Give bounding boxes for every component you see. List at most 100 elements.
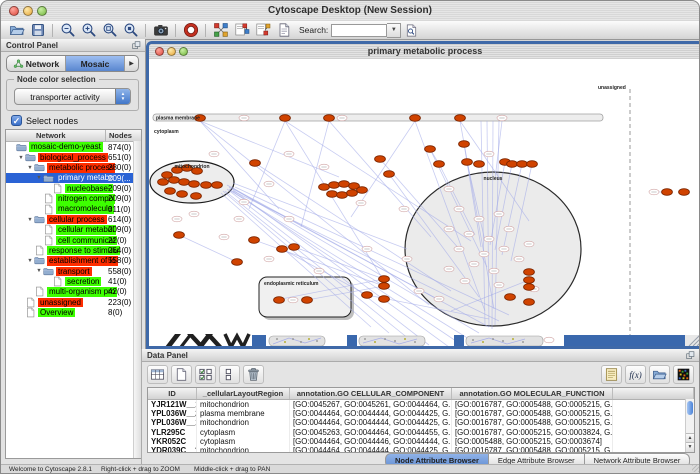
tree-row[interactable]: nitrogen compo209(0): [6, 194, 141, 204]
expand-arrow-icon[interactable]: ▼: [35, 175, 43, 181]
network-node[interactable]: [327, 191, 338, 198]
network-node[interactable]: [174, 232, 185, 239]
network-node-small[interactable]: [284, 216, 294, 222]
network-node-small[interactable]: [514, 256, 524, 262]
table-row[interactable]: YJR121W__1mitochondrion[GO:0045267, GO:0…: [148, 400, 694, 409]
node-color-dropdown[interactable]: transporter activity ▲▼: [14, 88, 131, 105]
network-node-small[interactable]: [356, 200, 366, 206]
network-node[interactable]: [474, 161, 485, 168]
network-node[interactable]: [362, 292, 373, 299]
new-document-button[interactable]: [171, 365, 192, 384]
column-header[interactable]: _cellularLayoutRegion: [197, 388, 290, 399]
network-node-small[interactable]: [474, 216, 484, 222]
network-node[interactable]: [212, 182, 223, 189]
network-node-small[interactable]: [444, 266, 454, 272]
network-node-small[interactable]: [484, 236, 494, 242]
network-node[interactable]: [165, 188, 176, 195]
trash-button[interactable]: [243, 365, 264, 384]
network-node[interactable]: [507, 161, 518, 168]
tree-row[interactable]: cell communicat22(0): [6, 235, 141, 245]
network-node-small[interactable]: [484, 151, 494, 157]
network-node[interactable]: [517, 161, 528, 168]
network-node-small[interactable]: [460, 278, 470, 284]
zoom-region-button[interactable]: [120, 22, 141, 39]
network-node-small[interactable]: [504, 226, 514, 232]
network-node-small[interactable]: [494, 211, 504, 217]
network-export-button[interactable]: [252, 22, 273, 39]
network-node[interactable]: [201, 182, 212, 189]
network-node-small[interactable]: [172, 216, 182, 222]
network-node[interactable]: [169, 177, 180, 184]
network-node-small[interactable]: [454, 246, 464, 252]
tab-network[interactable]: Network: [7, 56, 66, 71]
search-options-button[interactable]: [401, 22, 422, 39]
network-node-small[interactable]: [239, 115, 249, 121]
tree-row[interactable]: cellular metabol209(0): [6, 225, 141, 235]
network-node[interactable]: [339, 181, 350, 188]
zoom-window-button[interactable]: [179, 47, 188, 56]
network-node[interactable]: [375, 156, 386, 163]
network-node-small[interactable]: [264, 181, 274, 187]
network-node-small[interactable]: [414, 288, 424, 294]
network-node-small[interactable]: [444, 186, 454, 192]
tree-row[interactable]: ▼transport558(0): [6, 266, 141, 276]
network-node[interactable]: [280, 115, 291, 122]
network-node[interactable]: [191, 193, 202, 200]
network-node[interactable]: [524, 269, 535, 276]
notes-button[interactable]: [601, 365, 622, 384]
open-folder-small-button[interactable]: [649, 365, 670, 384]
network-node[interactable]: [524, 299, 535, 306]
tree-row[interactable]: mosaic-demo-yeast874(0): [6, 142, 141, 152]
network-node-small[interactable]: [497, 115, 507, 121]
network-node[interactable]: [177, 191, 188, 198]
tree-row[interactable]: nucleobase-209(0): [6, 183, 141, 193]
column-header[interactable]: ID: [148, 388, 197, 399]
tree-row[interactable]: ▼metabolic process280(0): [6, 163, 141, 173]
network-import-button[interactable]: [231, 22, 252, 39]
network-node[interactable]: [384, 171, 395, 178]
network-node[interactable]: [410, 115, 421, 122]
minimize-button[interactable]: [23, 6, 33, 16]
network-node-small[interactable]: [234, 216, 244, 222]
search-input[interactable]: [331, 24, 387, 37]
float-panel-icon[interactable]: [685, 350, 696, 361]
close-button[interactable]: [155, 47, 164, 56]
tree-row[interactable]: unassigned223(0): [6, 297, 141, 307]
network-node-small[interactable]: [314, 268, 324, 274]
network-node[interactable]: [379, 283, 390, 290]
network-node-small[interactable]: [454, 206, 464, 212]
network-node-small[interactable]: [337, 115, 347, 121]
network-node[interactable]: [459, 141, 470, 148]
open-folder-button[interactable]: [6, 22, 27, 39]
scrollbar-thumb[interactable]: [687, 401, 693, 415]
tree-row[interactable]: Overview8(0): [6, 308, 141, 318]
network-node-small[interactable]: [649, 189, 659, 195]
camera-button[interactable]: [150, 22, 171, 39]
network-overlay-button[interactable]: [210, 22, 231, 39]
tab-overflow-arrow-icon[interactable]: ▶: [125, 56, 138, 71]
tree-row[interactable]: ▼biological_process651(0): [6, 152, 141, 162]
table-row[interactable]: YPL036W__1mitochondrion[GO:0044464, GO:0…: [148, 418, 694, 427]
network-node[interactable]: [679, 189, 690, 196]
network-node-small[interactable]: [239, 199, 249, 205]
expand-arrow-icon[interactable]: ▼: [35, 268, 43, 274]
tree-row[interactable]: macromolecule311(0): [6, 204, 141, 214]
network-node[interactable]: [329, 182, 340, 189]
network-node-small[interactable]: [524, 241, 534, 247]
column-header[interactable]: annotation.GO MOLECULAR_FUNCTION: [452, 388, 613, 399]
expand-arrow-icon[interactable]: ▼: [26, 217, 34, 223]
zoom-window-button[interactable]: [37, 6, 47, 16]
minimize-button[interactable]: [167, 47, 176, 56]
network-node[interactable]: [527, 161, 538, 168]
expand-arrow-icon[interactable]: ▼: [17, 155, 25, 161]
network-node[interactable]: [324, 115, 335, 122]
table-row[interactable]: YLR295Ccytoplasm[GO:0045263, GO:0044464,…: [148, 428, 694, 437]
compartment-plasma-membrane[interactable]: [153, 114, 603, 121]
network-node[interactable]: [524, 277, 535, 284]
expand-arrow-icon[interactable]: ▼: [26, 165, 34, 171]
tree-row[interactable]: ▼establishment of lo558(0): [6, 256, 141, 266]
network-node-small[interactable]: [489, 268, 499, 274]
table-row[interactable]: YPL036W__2plasma membrane[GO:0044464, GO…: [148, 409, 694, 418]
network-node[interactable]: [179, 179, 190, 186]
network-node-small[interactable]: [399, 206, 409, 212]
